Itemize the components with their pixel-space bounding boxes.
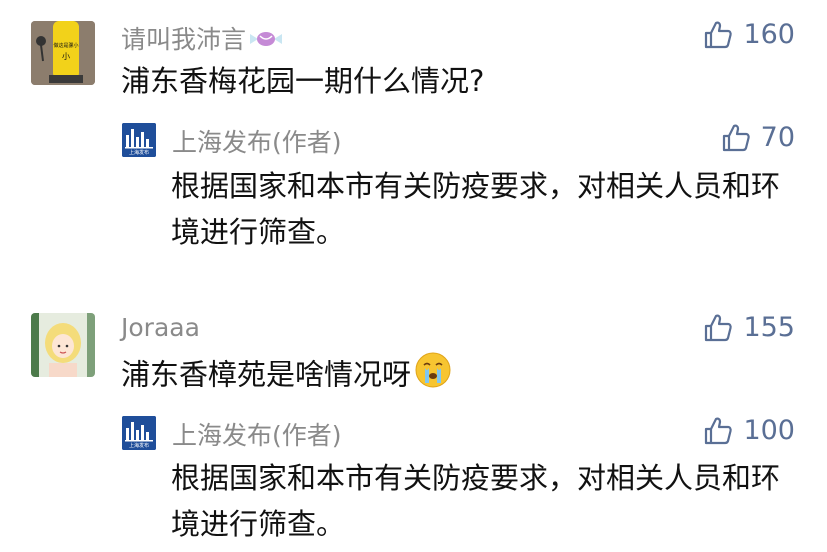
publisher-logo: 上海发布 <box>122 123 156 157</box>
reply-text: 根据国家和本市有关防疫要求，对相关人员和环境进行筛查。 <box>171 169 781 249</box>
candy-icon <box>248 27 284 56</box>
reply-like-button[interactable]: 100 <box>703 415 795 446</box>
like-count: 160 <box>743 19 795 50</box>
thumbs-up-icon <box>703 313 733 343</box>
thumbs-up-icon <box>703 20 733 50</box>
user-avatar[interactable]: 做这是骡小 小 <box>31 21 95 85</box>
like-button[interactable]: 155 <box>703 312 795 343</box>
svg-text:上海发布: 上海发布 <box>129 149 149 156</box>
reply-author[interactable]: 上海发布(作者) <box>172 123 342 159</box>
reply-text: 根据国家和本市有关防疫要求，对相关人员和环境进行筛查。 <box>171 461 781 541</box>
avatar-text: 做这是骡小 <box>53 42 78 49</box>
thumbs-up-icon <box>721 123 751 153</box>
like-button[interactable]: 160 <box>703 19 795 50</box>
crying-face-emoji <box>413 350 453 403</box>
like-count: 155 <box>743 312 795 343</box>
reply-like-button[interactable]: 70 <box>721 122 795 153</box>
publisher-avatar[interactable]: 上海发布 <box>122 416 156 450</box>
user-avatar[interactable] <box>31 313 95 377</box>
avatar-image <box>31 313 95 377</box>
publisher-avatar[interactable]: 上海发布 <box>122 123 156 157</box>
comment-username[interactable]: Joraaa <box>121 313 200 342</box>
like-count: 100 <box>743 415 795 446</box>
publisher-logo: 上海发布 <box>122 416 156 450</box>
comment-text: 浦东香樟苑是啥情况呀 <box>121 350 453 403</box>
comment-text: 浦东香梅花园一期什么情况? <box>121 64 485 98</box>
svg-text:小: 小 <box>62 52 70 61</box>
thumbs-up-icon <box>703 416 733 446</box>
avatar-image: 做这是骡小 小 <box>31 21 95 85</box>
comment-username[interactable]: 请叫我沛言 <box>121 20 284 56</box>
like-count: 70 <box>760 122 795 153</box>
reply-author[interactable]: 上海发布(作者) <box>172 416 342 452</box>
svg-text:上海发布: 上海发布 <box>129 442 149 449</box>
